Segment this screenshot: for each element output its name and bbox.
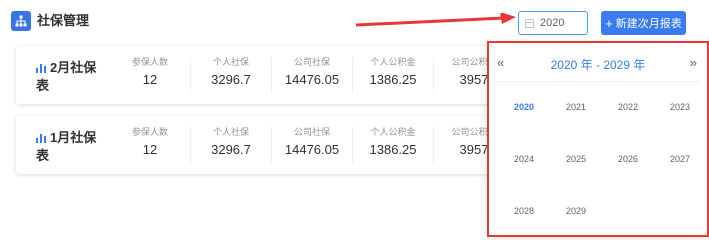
year-input-value: 2020 [540, 17, 565, 29]
decade-range-label: 2020 年 - 2029 年 [550, 58, 646, 72]
stat-insured-count: 参保人数 12 [110, 56, 190, 89]
stat-personal-social: 个人社保 3296.7 [191, 126, 271, 159]
stat-value: 3296.7 [211, 72, 251, 87]
page-title: 社保管理 [37, 13, 90, 28]
stat-label: 个人公积金 [370, 127, 416, 137]
new-button-label: 新建次月报表 [615, 18, 682, 30]
stat-label: 公司社保 [293, 127, 330, 137]
new-monthly-report-button[interactable]: + 新建次月报表 [601, 11, 686, 35]
stat-company-social: 公司社保 14476.05 [272, 126, 352, 159]
bar-chart-icon [36, 134, 46, 143]
stat-label: 参保人数 [131, 57, 168, 67]
stat-company-social: 公司社保 14476.05 [272, 56, 352, 89]
report-card[interactable]: 2月社保表 参保人数 12 个人社保 3296.7 公司社保 14476.05 … [16, 46, 506, 104]
year-cell[interactable]: 2021 [551, 87, 601, 127]
stat-personal-social: 个人社保 3296.7 [191, 56, 271, 89]
year-picker-input[interactable]: 2020 [518, 11, 588, 35]
report-card[interactable]: 1月社保表 参保人数 12 个人社保 3296.7 公司社保 14476.05 … [16, 116, 506, 174]
stat-value: 14476.05 [284, 72, 340, 87]
year-picker-panel: « 2020 年 - 2029 年 » 2020 2021 2022 2023 … [487, 41, 709, 237]
stat-value: 12 [142, 72, 158, 87]
next-decade-button[interactable]: » [690, 55, 697, 70]
year-cell[interactable]: 2024 [499, 139, 549, 179]
stat-value: 1386.25 [369, 142, 417, 157]
card-title: 1月社保表 [36, 129, 100, 165]
divider [497, 81, 699, 82]
card-title: 2月社保表 [36, 59, 100, 95]
year-cell[interactable]: 2022 [603, 87, 653, 127]
stat-personal-fund: 个人公积金 1386.25 [353, 126, 433, 159]
year-cell[interactable]: 2027 [655, 139, 705, 179]
stat-label: 个人社保 [212, 57, 249, 67]
year-cell-selected[interactable]: 2020 [499, 87, 549, 127]
year-cell[interactable]: 2023 [655, 87, 705, 127]
sitemap-icon [11, 11, 31, 31]
year-cell[interactable]: 2025 [551, 139, 601, 179]
stat-value: 14476.05 [284, 142, 340, 157]
annotation-arrow [356, 13, 516, 27]
stat-insured-count: 参保人数 12 [110, 126, 190, 159]
year-cell[interactable]: 2028 [499, 191, 549, 231]
stat-value: 12 [142, 142, 158, 157]
year-cell[interactable]: 2026 [603, 139, 653, 179]
stat-value: 1386.25 [369, 72, 417, 87]
stat-label: 个人公积金 [370, 57, 416, 67]
calendar-icon [525, 18, 534, 28]
stat-label: 公司社保 [293, 57, 330, 67]
bar-chart-icon [36, 64, 46, 73]
stat-label: 个人社保 [212, 127, 249, 137]
year-cell[interactable]: 2029 [551, 191, 601, 231]
plus-icon: + [605, 15, 613, 31]
stat-label: 参保人数 [131, 127, 168, 137]
stat-personal-fund: 个人公积金 1386.25 [353, 56, 433, 89]
stat-value: 3296.7 [211, 142, 251, 157]
